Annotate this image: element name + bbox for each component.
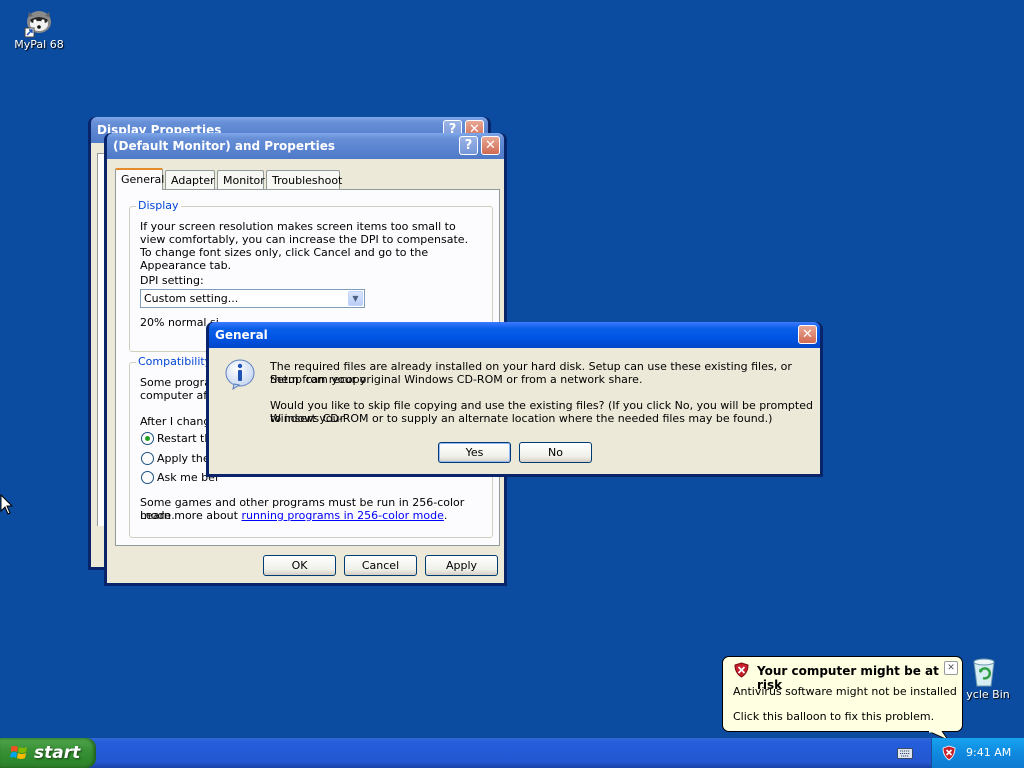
no-button[interactable]: No xyxy=(519,442,592,463)
balloon-close-button[interactable]: ✕ xyxy=(944,661,958,675)
radio-apply[interactable] xyxy=(141,452,154,465)
tab-strip: General Adapter Monitor Troubleshoot xyxy=(115,168,495,190)
dialog-para2-line2: Windows CD-ROM or to supply an alternate… xyxy=(270,412,773,425)
chevron-down-icon[interactable]: ▼ xyxy=(348,291,363,306)
desktop-icon-mypal[interactable]: MyPal 68 xyxy=(10,4,68,51)
start-button[interactable]: start xyxy=(0,738,96,768)
dpi-setting-value: Custom setting... xyxy=(144,292,239,305)
security-balloon[interactable]: Your computer might be at risk ✕ Antivir… xyxy=(722,656,963,732)
dialog-title: General xyxy=(215,328,268,342)
desktop-icon-recycle-bin[interactable]: ycle Bin xyxy=(956,656,1012,701)
radio-ask[interactable] xyxy=(141,471,154,484)
title-bar[interactable]: (Default Monitor) and Properties ? ✕ xyxy=(107,133,504,159)
windows-logo-icon xyxy=(10,746,27,759)
desktop-icon-label: MyPal 68 xyxy=(14,38,64,51)
tab-general[interactable]: General xyxy=(115,168,164,190)
help-button[interactable]: ? xyxy=(459,136,478,155)
desktop-icon-label: ycle Bin xyxy=(966,688,1010,701)
close-button[interactable]: ✕ xyxy=(481,136,500,155)
dpi-setting-label: DPI setting: xyxy=(140,274,204,287)
yes-button[interactable]: Yes xyxy=(438,442,511,463)
display-group-label: Display xyxy=(136,199,181,212)
tab-troubleshoot[interactable]: Troubleshoot xyxy=(266,170,342,189)
apply-button[interactable]: Apply xyxy=(425,555,498,576)
tab-monitor[interactable]: Monitor xyxy=(217,170,265,189)
compat-note-suffix: . xyxy=(443,509,448,522)
balloon-line1: Antivirus software might not be installe… xyxy=(733,685,957,698)
clock[interactable]: 9:41 AM xyxy=(966,738,1011,768)
general-dialog: General ✕ The required files are already… xyxy=(206,322,823,477)
window-title: (Default Monitor) and Properties xyxy=(113,139,336,153)
compatibility-group-label: Compatibility xyxy=(136,355,214,368)
color-mode-link[interactable]: running programs in 256-color mode xyxy=(241,509,443,522)
security-shield-icon xyxy=(734,662,749,678)
security-alert-icon[interactable] xyxy=(942,745,956,761)
raccoon-icon xyxy=(24,11,51,38)
keyboard-icon[interactable] xyxy=(897,748,913,759)
ok-button[interactable]: OK xyxy=(263,555,336,576)
cancel-button[interactable]: Cancel xyxy=(344,555,417,576)
title-bar[interactable]: General ✕ xyxy=(209,322,820,348)
close-button[interactable]: ✕ xyxy=(798,325,817,344)
mouse-cursor-icon xyxy=(0,494,14,515)
dialog-para1-line2: them from your original Windows CD-ROM o… xyxy=(270,373,643,386)
display-description: If your screen resolution makes screen i… xyxy=(140,220,469,272)
taskbar: start 9:41 AM xyxy=(0,738,1024,768)
balloon-line2: Click this balloon to fix this problem. xyxy=(733,710,935,723)
compat-note-prefix: Learn more about xyxy=(140,509,242,522)
recycle-bin-icon xyxy=(973,658,995,687)
tab-adapter[interactable]: Adapter xyxy=(165,170,215,189)
info-icon xyxy=(225,359,255,390)
radio-restart[interactable] xyxy=(141,432,154,445)
dialog-client: The required files are already installed… xyxy=(209,348,820,474)
start-label: start xyxy=(34,743,81,763)
system-tray: 9:41 AM xyxy=(931,738,1024,768)
dpi-setting-select[interactable]: Custom setting... ▼ xyxy=(140,289,365,308)
compat-note-line2: Learn more about running programs in 256… xyxy=(140,509,447,522)
